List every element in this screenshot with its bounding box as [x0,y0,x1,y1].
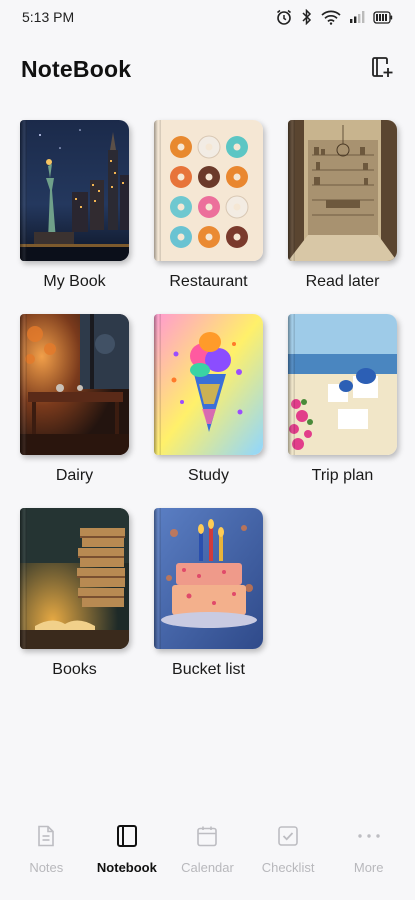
nav-label: Notebook [96,860,157,875]
notebook-cover-city-night [20,120,129,261]
alarm-icon [275,8,293,26]
more-dots-icon [357,822,381,850]
bluetooth-icon [301,9,313,25]
calendar-icon [196,822,218,850]
notebook-label: My Book [43,273,106,290]
nav-calendar[interactable]: Calendar [168,822,246,875]
status-time: 5:13 PM [22,9,75,25]
nav-label: Checklist [261,860,315,875]
nav-label: Notes [29,860,64,875]
nav-notes[interactable]: Notes [7,822,85,875]
nav-label: Calendar [181,860,234,875]
notebook-icon [116,822,138,850]
wifi-icon [321,10,341,25]
document-icon [36,822,56,850]
notebook-cover-birthday-cake [154,508,263,649]
signal-icon [349,10,365,24]
notebook-cover-santorini [288,314,397,455]
bottom-navigation: Notes Notebook Calendar Checklist More [0,822,415,892]
battery-icon [373,10,393,24]
nav-checklist[interactable]: Checklist [249,822,327,875]
notebook-label: Study [188,467,229,484]
notebook-study[interactable]: Study [154,314,263,485]
notebook-cover-library-sketch [288,120,397,261]
notebook-books[interactable]: Books [20,508,129,679]
app-header: NoteBook [0,52,415,86]
notebook-label: Books [52,661,97,678]
notebook-read-later[interactable]: Read later [288,120,397,291]
notebook-label: Read later [305,273,380,290]
nav-notebook[interactable]: Notebook [88,822,166,875]
checklist-icon [277,822,299,850]
notebook-my-book[interactable]: My Book [20,120,129,291]
add-notebook-button[interactable] [367,55,395,83]
notebook-restaurant[interactable]: Restaurant [154,120,263,291]
nav-more[interactable]: More [330,822,408,875]
notebook-dairy[interactable]: Dairy [20,314,129,485]
notebook-trip-plan[interactable]: Trip plan [288,314,397,485]
notebook-bucket-list[interactable]: Bucket list [154,508,263,679]
notebook-cover-cozy-room [20,314,129,455]
notebook-label: Trip plan [311,467,374,484]
page-title: NoteBook [21,55,132,82]
notebook-cover-books-stack [20,508,129,649]
notebook-cover-donuts [154,120,263,261]
notebook-label: Dairy [55,467,94,484]
add-notebook-icon [369,55,393,84]
status-bar: 5:13 PM [0,0,415,34]
nav-label: More [353,860,384,875]
notebook-label: Bucket list [172,661,245,678]
notebook-grid: My Book Restaurant Read later Dairy Stud… [20,120,397,679]
status-icons [275,8,393,26]
notebook-label: Restaurant [169,273,248,290]
notebook-cover-ice-cream [154,314,263,455]
